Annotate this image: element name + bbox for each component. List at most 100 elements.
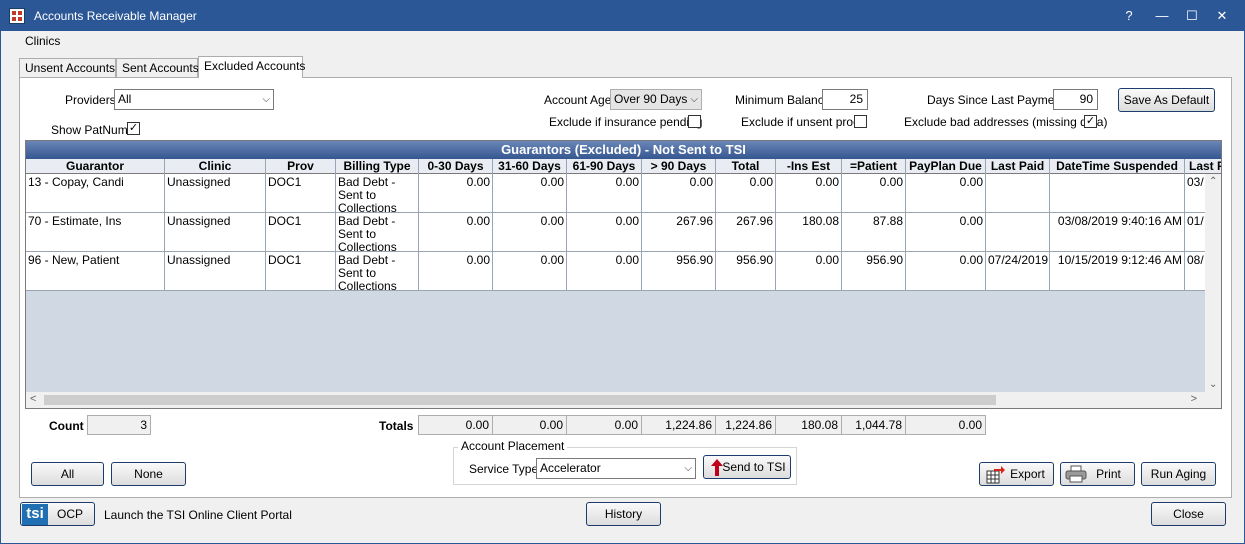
col-last-p[interactable]: Last P: [1185, 159, 1221, 174]
horizontal-scrollbar[interactable]: < >: [26, 392, 1221, 408]
service-type-select[interactable]: Accelerator ⌵: [536, 458, 696, 479]
select-all-button[interactable]: All: [31, 462, 104, 486]
col-31-60-days[interactable]: 31-60 Days: [493, 159, 567, 174]
account-age-select[interactable]: Over 90 Days ⌵: [610, 89, 702, 110]
cell-billing-type: Bad Debt - Sent to Collections: [336, 213, 419, 251]
select-none-button[interactable]: None: [111, 462, 186, 486]
min-balance-input[interactable]: 25: [822, 89, 868, 110]
exclude-ins-pending-label: Exclude if insurance pending: [549, 115, 703, 129]
cell-guarantor: 70 - Estimate, Ins: [26, 213, 165, 251]
close-button[interactable]: Close: [1151, 502, 1226, 526]
close-window-button[interactable]: ✕: [1207, 5, 1237, 27]
col-total[interactable]: Total: [716, 159, 776, 174]
tab-excluded-accounts[interactable]: Excluded Accounts: [198, 56, 305, 78]
cell-datetime-suspended: 10/15/2019 9:12:46 AM: [1050, 252, 1185, 290]
total-0-30: 0.00: [418, 415, 493, 435]
account-age-value: Over 90 Days: [614, 92, 688, 106]
exclude-bad-addresses-label: Exclude bad addresses (missing data): [904, 115, 1108, 129]
table-row[interactable]: 13 - Copay, Candi Unassigned DOC1 Bad Debt …: [26, 174, 1207, 213]
cell-billing-type: Bad Debt - Sent to Collections: [336, 174, 419, 212]
service-type-value: Accelerator: [540, 461, 601, 475]
providers-select[interactable]: All ⌵: [114, 89, 274, 110]
col-over-90-days[interactable]: > 90 Days: [642, 159, 716, 174]
col-prov[interactable]: Prov: [266, 159, 336, 174]
scroll-up-icon[interactable]: ⌃: [1209, 176, 1217, 187]
table-row[interactable]: 96 - New, Patient Unassigned DOC1 Bad Debt …: [26, 252, 1207, 291]
cell-datetime-suspended: 03/08/2019 9:40:16 AM: [1050, 213, 1185, 251]
cell-last-paid: [986, 213, 1050, 251]
min-balance-label: Minimum Balance: [735, 93, 831, 107]
cell-clinic: Unassigned: [165, 174, 266, 212]
exclude-unsent-procs-checkbox[interactable]: [854, 115, 867, 128]
cell-last-p: 03/: [1185, 174, 1207, 212]
col-guarantor[interactable]: Guarantor: [26, 159, 165, 174]
tab-unsent-accounts[interactable]: Unsent Accounts: [19, 58, 116, 78]
col-ins-est[interactable]: -Ins Est: [776, 159, 842, 174]
cell-clinic: Unassigned: [165, 213, 266, 251]
show-patnums-checkbox[interactable]: ✓: [127, 122, 140, 135]
tsi-logo-icon: tsi: [22, 504, 48, 525]
printer-icon: [1065, 465, 1087, 483]
horizontal-scroll-thumb[interactable]: [44, 395, 996, 405]
save-as-default-button[interactable]: Save As Default: [1118, 88, 1215, 112]
send-to-tsi-button[interactable]: Send to TSI: [703, 455, 791, 479]
totals-label: Totals: [379, 419, 414, 433]
menu-bar: Clinics: [1, 31, 1244, 53]
days-since-payment-label: Days Since Last Payment: [927, 93, 1065, 107]
count-label: Count: [49, 419, 84, 433]
print-button[interactable]: Print: [1060, 462, 1135, 486]
cell-billing-type: Bad Debt - Sent to Collections: [336, 252, 419, 290]
app-window: Accounts Receivable Manager ? — ☐ ✕ Clin…: [0, 0, 1245, 544]
run-aging-button[interactable]: Run Aging: [1141, 462, 1216, 486]
providers-label: Providers: [65, 93, 116, 107]
total-patient: 1,044.78: [841, 415, 906, 435]
total-61-90: 0.00: [566, 415, 642, 435]
cell-patient: 0.00: [842, 174, 906, 212]
print-label: Print: [1096, 467, 1121, 481]
cell-61-90: 0.00: [567, 252, 642, 290]
exclude-bad-addresses-checkbox[interactable]: ✓: [1084, 115, 1097, 128]
cell-total: 0.00: [716, 174, 776, 212]
cell-0-30: 0.00: [419, 213, 493, 251]
help-button[interactable]: ?: [1114, 5, 1144, 27]
days-since-payment-input[interactable]: 90: [1053, 89, 1098, 110]
tab-sent-accounts[interactable]: Sent Accounts: [116, 58, 199, 78]
ocp-label: OCP: [57, 507, 84, 521]
col-last-paid[interactable]: Last Paid: [986, 159, 1050, 174]
col-datetime-suspended[interactable]: DateTime Suspended: [1050, 159, 1185, 174]
scroll-left-icon[interactable]: <: [30, 393, 36, 405]
export-button[interactable]: Export: [979, 462, 1054, 486]
cell-over-90: 0.00: [642, 174, 716, 212]
table-row[interactable]: 70 - Estimate, Ins Unassigned DOC1 Bad Debt…: [26, 213, 1207, 252]
col-clinic[interactable]: Clinic: [165, 159, 266, 174]
col-0-30-days[interactable]: 0-30 Days: [419, 159, 493, 174]
total-total: 1,224.86: [715, 415, 776, 435]
col-patient[interactable]: =Patient: [842, 159, 906, 174]
minimize-button[interactable]: —: [1147, 5, 1177, 27]
exclude-unsent-procs-label: Exclude if unsent procs: [741, 115, 866, 129]
cell-over-90: 956.90: [642, 252, 716, 290]
cell-payplan-due: 0.00: [906, 252, 986, 290]
col-payplan-due[interactable]: PayPlan Due: [906, 159, 986, 174]
account-age-label: Account Age: [544, 93, 612, 107]
cell-0-30: 0.00: [419, 174, 493, 212]
cell-patient: 87.88: [842, 213, 906, 251]
send-up-arrow-icon: [711, 459, 723, 476]
total-ins-est: 180.08: [775, 415, 842, 435]
cell-last-p: 01/: [1185, 213, 1207, 251]
vertical-scrollbar[interactable]: ⌃ ⌄: [1205, 174, 1221, 392]
menu-clinics[interactable]: Clinics: [25, 34, 60, 48]
window-title: Accounts Receivable Manager: [34, 9, 197, 23]
export-label: Export: [1010, 467, 1045, 481]
exclude-ins-pending-checkbox[interactable]: [688, 115, 701, 128]
scroll-right-icon[interactable]: >: [1191, 393, 1197, 405]
maximize-button[interactable]: ☐: [1177, 5, 1207, 27]
cell-31-60: 0.00: [493, 213, 567, 251]
app-grid-icon: [9, 8, 25, 24]
col-billing-type[interactable]: Billing Type: [336, 159, 419, 174]
cell-payplan-due: 0.00: [906, 213, 986, 251]
col-61-90-days[interactable]: 61-90 Days: [567, 159, 642, 174]
scroll-down-icon[interactable]: ⌄: [1209, 379, 1217, 390]
export-spreadsheet-icon: [986, 466, 1005, 484]
history-button[interactable]: History: [586, 502, 661, 526]
